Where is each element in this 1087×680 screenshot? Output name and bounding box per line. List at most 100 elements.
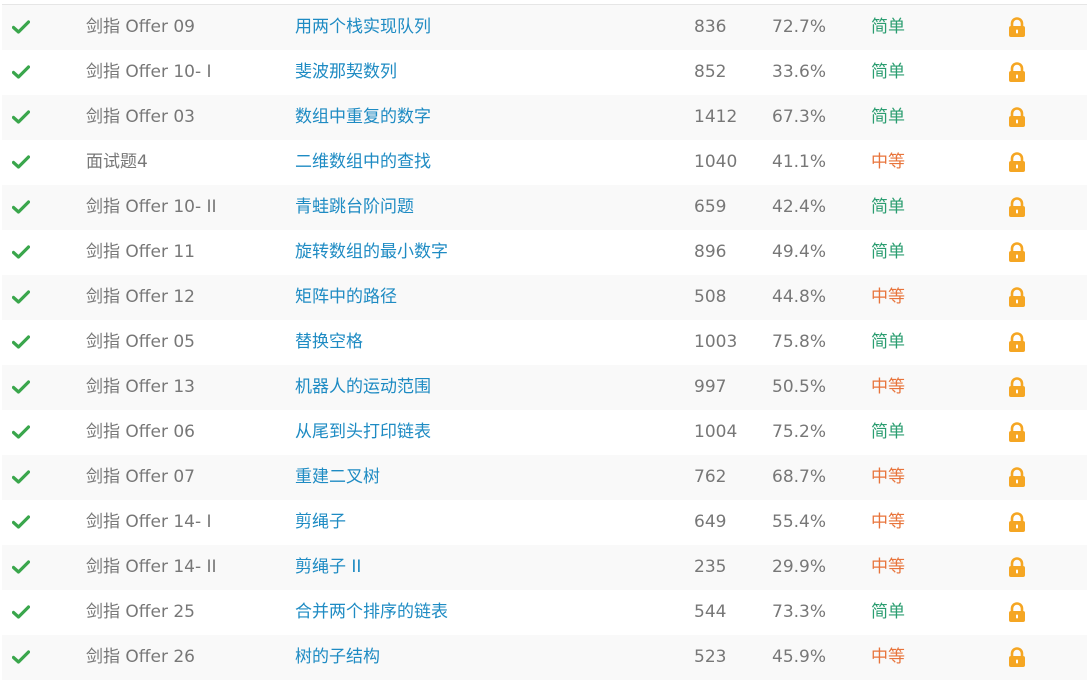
difficulty-label: 简单 (871, 17, 905, 37)
difficulty-label: 中等 (871, 287, 905, 307)
solution-count: 1004 (694, 422, 738, 442)
lock-icon (1007, 365, 1029, 410)
problem-id: 剑指 Offer 13 (86, 377, 195, 397)
lock-icon (1007, 635, 1029, 680)
acceptance-rate: 55.4% (772, 512, 827, 532)
check-icon (12, 185, 36, 230)
problem-title-link[interactable]: 从尾到头打印链表 (295, 410, 431, 455)
difficulty-label: 中等 (871, 647, 905, 667)
problem-title-link[interactable]: 剪绳子 (295, 500, 346, 545)
problem-title-link[interactable]: 旋转数组的最小数字 (295, 230, 448, 275)
solution-count: 896 (694, 242, 727, 262)
difficulty-label: 中等 (871, 557, 905, 577)
acceptance-rate: 42.4% (772, 197, 827, 217)
problem-id: 剑指 Offer 06 (86, 422, 195, 442)
check-icon (12, 95, 36, 140)
check-icon (12, 635, 36, 680)
solution-count: 836 (694, 17, 727, 37)
check-icon (12, 455, 36, 500)
difficulty-label: 简单 (871, 197, 905, 217)
check-icon (12, 275, 36, 320)
problem-id: 剑指 Offer 14- I (86, 512, 212, 532)
lock-icon (1007, 5, 1029, 50)
solution-count: 852 (694, 62, 727, 82)
table-row: 剑指 Offer 14- II 剪绳子 II 235 29.9% 中等 (2, 545, 1087, 590)
solution-count: 997 (694, 377, 727, 397)
check-icon (12, 410, 36, 455)
problem-title-link[interactable]: 二维数组中的查找 (295, 140, 431, 185)
table-row: 面试题4 二维数组中的查找 1040 41.1% 中等 (2, 140, 1087, 185)
problem-title-link[interactable]: 数组中重复的数字 (295, 95, 431, 140)
problem-title-link[interactable]: 青蛙跳台阶问题 (295, 185, 414, 230)
problem-id: 面试题4 (86, 152, 148, 172)
table-row: 剑指 Offer 09 用两个栈实现队列 836 72.7% 简单 (2, 5, 1087, 50)
lock-icon (1007, 320, 1029, 365)
problem-title-link[interactable]: 剪绳子 II (295, 545, 361, 590)
acceptance-rate: 49.4% (772, 242, 827, 262)
difficulty-label: 简单 (871, 62, 905, 82)
lock-icon (1007, 95, 1029, 140)
table-row: 剑指 Offer 05 替换空格 1003 75.8% 简单 (2, 320, 1087, 365)
acceptance-rate: 67.3% (772, 107, 827, 127)
acceptance-rate: 75.2% (772, 422, 827, 442)
problem-list-table: 剑指 Offer 09 用两个栈实现队列 836 72.7% 简单 剑指 Off… (2, 4, 1087, 680)
table-row: 剑指 Offer 06 从尾到头打印链表 1004 75.2% 简单 (2, 410, 1087, 455)
problem-title-link[interactable]: 替换空格 (295, 320, 363, 365)
table-row: 剑指 Offer 11 旋转数组的最小数字 896 49.4% 简单 (2, 230, 1087, 275)
solution-count: 659 (694, 197, 727, 217)
problem-id: 剑指 Offer 11 (86, 242, 195, 262)
lock-icon (1007, 230, 1029, 275)
lock-icon (1007, 455, 1029, 500)
solution-count: 544 (694, 602, 727, 622)
lock-icon (1007, 500, 1029, 545)
acceptance-rate: 73.3% (772, 602, 827, 622)
check-icon (12, 230, 36, 275)
acceptance-rate: 75.8% (772, 332, 827, 352)
lock-icon (1007, 185, 1029, 230)
check-icon (12, 545, 36, 590)
difficulty-label: 中等 (871, 152, 905, 172)
problem-title-link[interactable]: 斐波那契数列 (295, 50, 397, 95)
acceptance-rate: 29.9% (772, 557, 827, 577)
problem-title-link[interactable]: 矩阵中的路径 (295, 275, 397, 320)
solution-count: 762 (694, 467, 727, 487)
table-row: 剑指 Offer 25 合并两个排序的链表 544 73.3% 简单 (2, 590, 1087, 635)
problem-id: 剑指 Offer 09 (86, 17, 195, 37)
problem-title-link[interactable]: 重建二叉树 (295, 455, 380, 500)
difficulty-label: 简单 (871, 602, 905, 622)
difficulty-label: 中等 (871, 377, 905, 397)
problem-id: 剑指 Offer 03 (86, 107, 195, 127)
lock-icon (1007, 275, 1029, 320)
problem-title-link[interactable]: 用两个栈实现队列 (295, 5, 431, 50)
table-row: 剑指 Offer 12 矩阵中的路径 508 44.8% 中等 (2, 275, 1087, 320)
solution-count: 649 (694, 512, 727, 532)
check-icon (12, 365, 36, 410)
problem-id: 剑指 Offer 07 (86, 467, 195, 487)
lock-icon (1007, 140, 1029, 185)
difficulty-label: 中等 (871, 467, 905, 487)
table-row: 剑指 Offer 26 树的子结构 523 45.9% 中等 (2, 635, 1087, 680)
problem-title-link[interactable]: 机器人的运动范围 (295, 365, 431, 410)
lock-icon (1007, 590, 1029, 635)
difficulty-label: 简单 (871, 332, 905, 352)
check-icon (12, 50, 36, 95)
solution-count: 1040 (694, 152, 738, 172)
problem-id: 剑指 Offer 10- I (86, 62, 212, 82)
problem-id: 剑指 Offer 26 (86, 647, 195, 667)
acceptance-rate: 68.7% (772, 467, 827, 487)
check-icon (12, 500, 36, 545)
lock-icon (1007, 545, 1029, 590)
check-icon (12, 590, 36, 635)
solution-count: 1003 (694, 332, 738, 352)
check-icon (12, 5, 36, 50)
problem-title-link[interactable]: 树的子结构 (295, 635, 380, 680)
table-row: 剑指 Offer 07 重建二叉树 762 68.7% 中等 (2, 455, 1087, 500)
table-row: 剑指 Offer 13 机器人的运动范围 997 50.5% 中等 (2, 365, 1087, 410)
problem-id: 剑指 Offer 14- II (86, 557, 217, 577)
solution-count: 235 (694, 557, 727, 577)
table-row: 剑指 Offer 03 数组中重复的数字 1412 67.3% 简单 (2, 95, 1087, 140)
acceptance-rate: 41.1% (772, 152, 827, 172)
problem-id: 剑指 Offer 10- II (86, 197, 217, 217)
solution-count: 508 (694, 287, 727, 307)
problem-title-link[interactable]: 合并两个排序的链表 (295, 590, 448, 635)
